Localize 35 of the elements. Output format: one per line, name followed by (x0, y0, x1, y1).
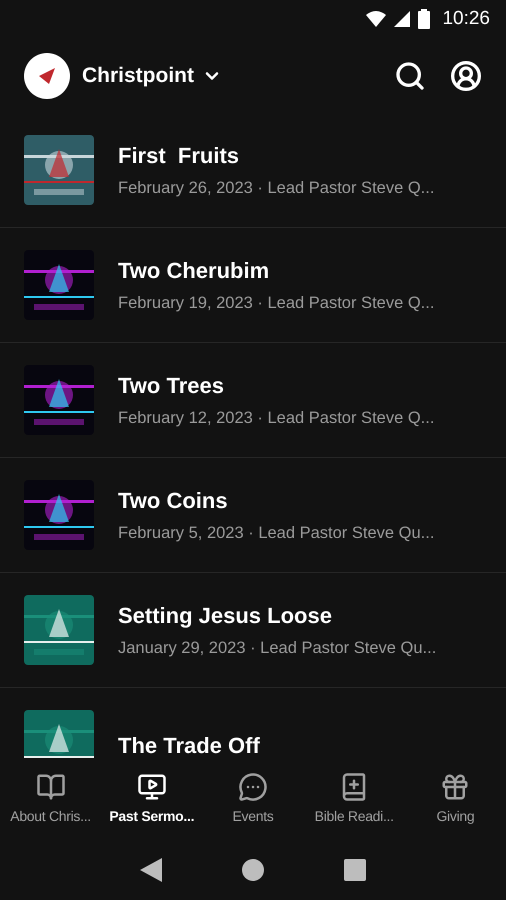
sermon-details: February 5, 2023 · Lead Pastor Steve Qu... (118, 523, 434, 544)
tab[interactable]: Past Sermo... (101, 758, 202, 840)
tab[interactable]: Bible Readi... (304, 758, 405, 840)
sermon-row[interactable]: Two Coins February 5, 2023 · Lead Pastor Steve Qu... (0, 458, 506, 573)
profile-icon[interactable] (450, 60, 482, 92)
sermon-title: The Trade Off (118, 732, 260, 758)
tab[interactable]: Events (202, 758, 304, 840)
sermon-details: February 19, 2023 · Lead Pastor Steve Q... (118, 293, 434, 314)
sermon-title: Two Coins (118, 487, 229, 516)
signal-icon (394, 11, 410, 27)
tab[interactable]: Giving (404, 758, 506, 840)
sermon-title: Setting Jesus Loose (118, 602, 333, 630)
search-icon[interactable] (394, 60, 426, 92)
sermon-details: January 29, 2023 · Lead Pastor Steve Qu... (118, 638, 436, 660)
church-selector[interactable]: Christpoint (82, 60, 222, 92)
sermon-row[interactable]: Two Cherubim February 19, 2023 · Lead Pastor Steve Q... (0, 228, 506, 343)
tv-play-icon (136, 772, 167, 802)
home-icon[interactable] (242, 859, 264, 881)
sermon-title: First Fruits (118, 142, 240, 170)
sermon-details: February 26, 2023 · Lead Pastor Steve Q... (118, 178, 434, 200)
tab[interactable]: About Chris... (0, 758, 102, 840)
chat-bubble-icon (238, 772, 268, 802)
sermon-title: Two Trees (118, 372, 225, 400)
sermon-row[interactable]: Setting Jesus Loose January 29, 2023 · Lead Pastor Steve Qu... (0, 573, 506, 688)
book-icon (36, 772, 66, 802)
sermon-row[interactable]: First Fruits February 26, 2023 · Lead Pastor Steve Q... (0, 113, 506, 228)
sermon-title: Two Cherubim (118, 257, 270, 286)
clock: 10:26 (442, 6, 490, 31)
wifi-icon (366, 11, 386, 27)
sermon-details: February 12, 2023 · Lead Pastor Steve Q... (118, 408, 434, 430)
logo[interactable] (24, 52, 70, 98)
battery-icon (418, 9, 430, 29)
gift-icon (440, 772, 470, 802)
back-icon[interactable] (140, 858, 162, 882)
sermon-row[interactable]: Two Trees February 12, 2023 · Lead Pastor Steve Q... (0, 343, 506, 458)
